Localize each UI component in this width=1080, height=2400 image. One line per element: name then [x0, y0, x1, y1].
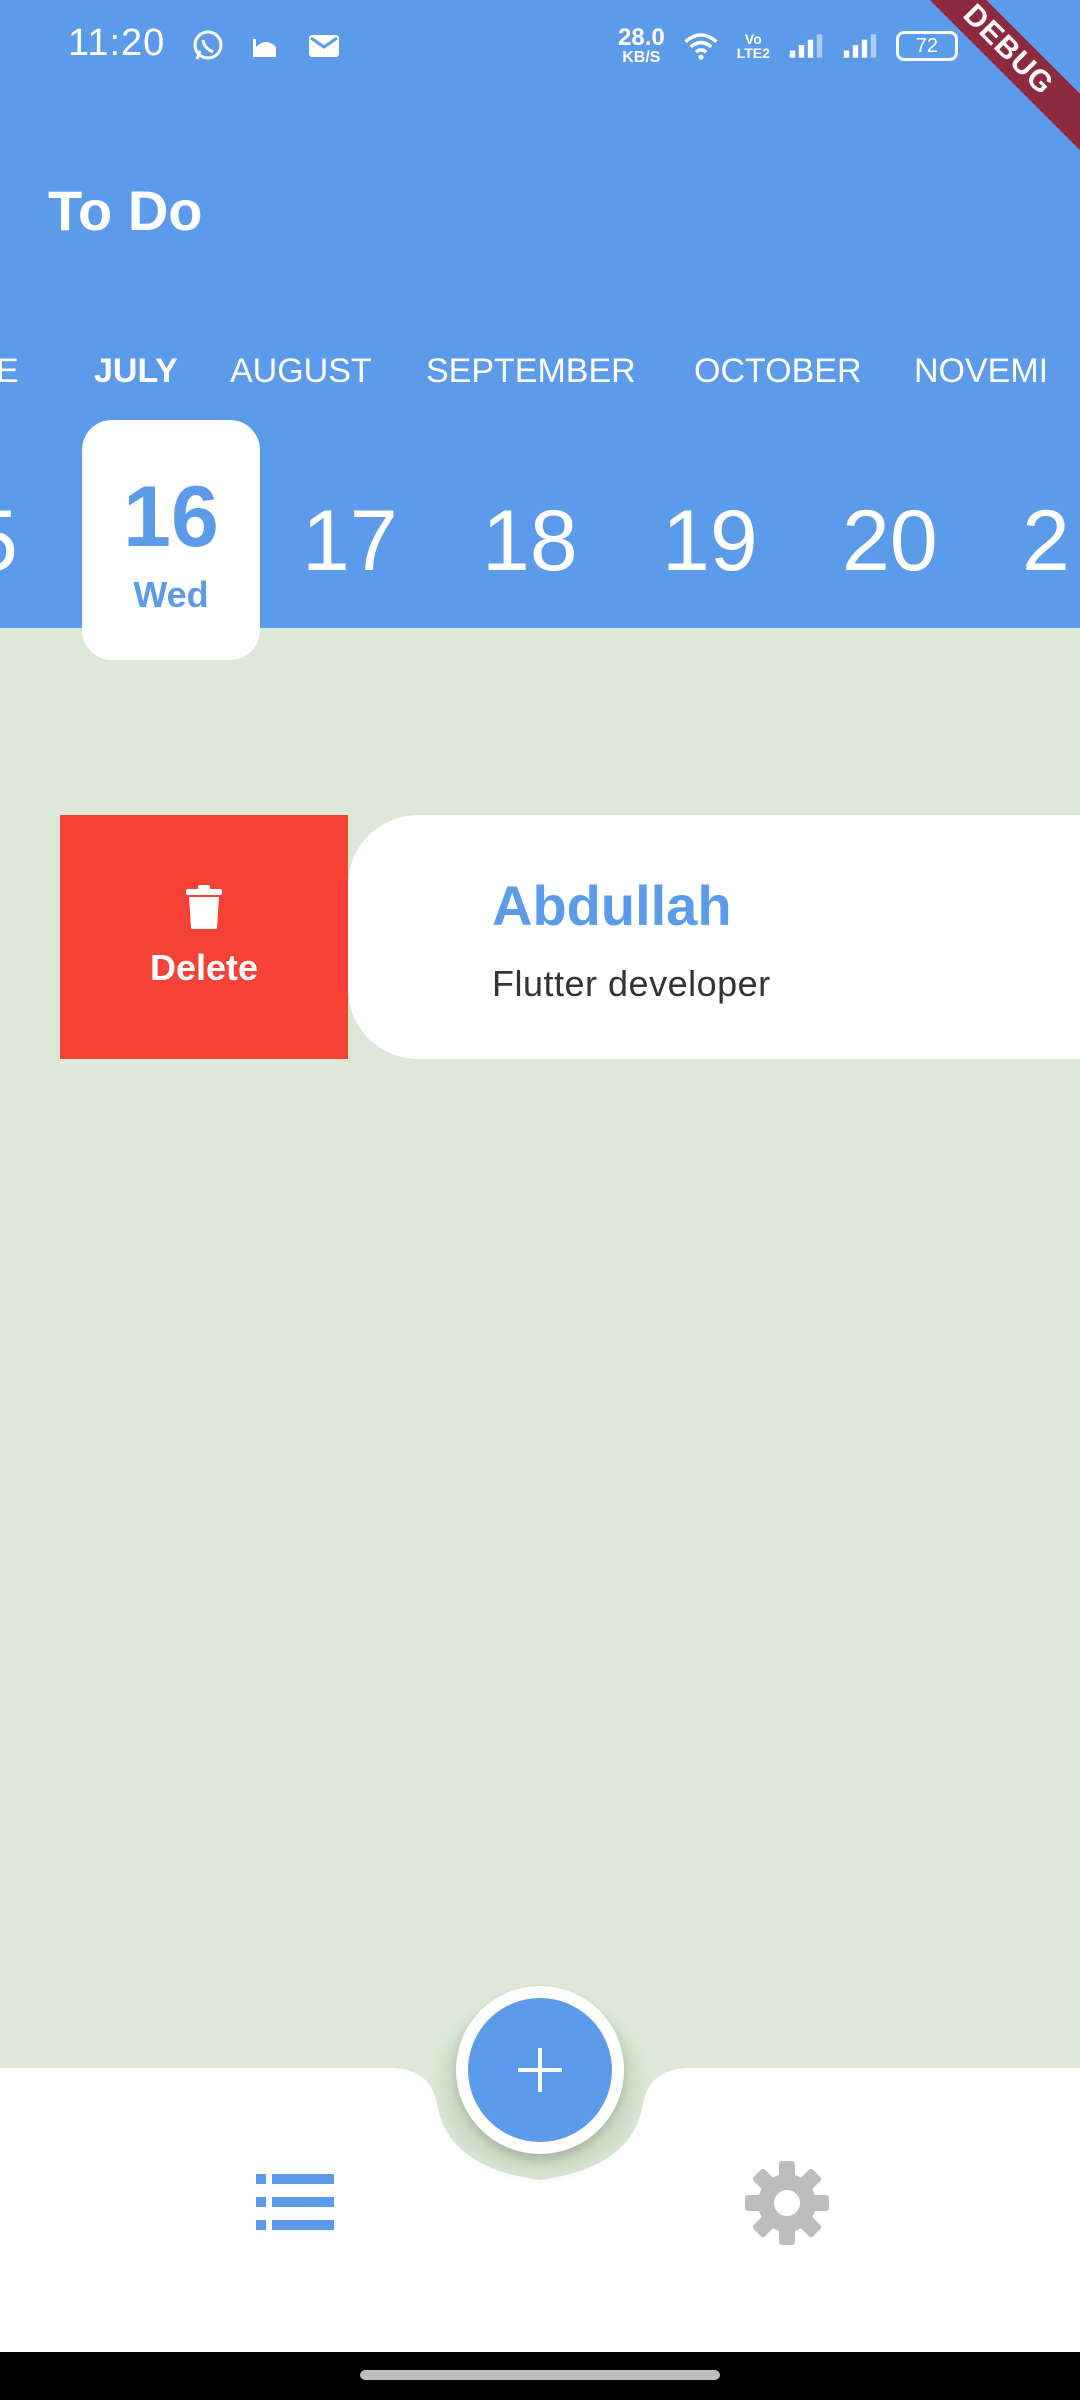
- mosque-icon: [248, 28, 284, 64]
- month-item[interactable]: NOVEMI: [914, 352, 1048, 391]
- month-item-selected[interactable]: JULY: [94, 352, 178, 391]
- whatsapp-icon: [190, 28, 226, 64]
- day-item[interactable]: 17: [302, 492, 398, 591]
- status-time: 11:20: [68, 22, 166, 64]
- wifi-icon: [683, 28, 719, 64]
- nav-tasks-button[interactable]: [256, 2172, 334, 2232]
- fab-inner: [468, 1998, 612, 2142]
- delete-label: Delete: [149, 947, 259, 988]
- battery-icon: 72: [895, 31, 958, 61]
- task-title: Abdullah: [492, 874, 732, 937]
- volte-indicator: Vo LTE2: [736, 31, 770, 61]
- status-right: 28.0 KB/S Vo LTE2 72: [618, 26, 958, 66]
- list-icon: [256, 2174, 334, 2230]
- home-gesture-bar[interactable]: [360, 2370, 720, 2380]
- task-description: Flutter developer: [492, 963, 771, 1004]
- day-item[interactable]: 19: [662, 492, 758, 591]
- month-selector[interactable]: E JULY AUGUST SEPTEMBER OCTOBER NOVEMI: [0, 352, 1080, 402]
- signal-icon: [788, 28, 824, 64]
- month-item[interactable]: OCTOBER: [694, 352, 862, 391]
- gear-icon: [745, 2161, 829, 2245]
- selected-day-number: 16: [123, 469, 219, 565]
- page-title: To Do: [48, 179, 203, 242]
- system-nav-bar: [0, 2352, 1080, 2400]
- trash-icon: [186, 885, 222, 929]
- task-card[interactable]: Abdullah Flutter developer: [348, 815, 1080, 1059]
- day-item[interactable]: 5: [0, 492, 18, 591]
- plus-icon: [518, 2048, 562, 2092]
- mail-icon: [306, 28, 342, 64]
- add-task-button[interactable]: [456, 1986, 624, 2154]
- status-bar: 11:20 28.0 KB/S Vo LTE2 72: [0, 0, 1080, 96]
- screen: 11:20 28.0 KB/S Vo LTE2 72 DEBUG To Do E…: [0, 0, 1080, 2400]
- day-selector[interactable]: 5 16 Wed 17 18 19 20 2: [0, 420, 1080, 660]
- day-item[interactable]: 18: [482, 492, 578, 591]
- month-item[interactable]: E: [0, 352, 19, 391]
- day-item[interactable]: 20: [842, 492, 938, 591]
- notification-icons: [190, 28, 342, 64]
- day-item-selected[interactable]: 16 Wed: [82, 420, 260, 660]
- month-item[interactable]: SEPTEMBER: [426, 352, 636, 391]
- delete-button[interactable]: Delete: [60, 815, 348, 1059]
- net-speed: 28.0 KB/S: [618, 24, 665, 66]
- selected-day-weekday: Wed: [133, 574, 209, 615]
- day-item[interactable]: 2: [1022, 492, 1070, 591]
- nav-settings-button[interactable]: [744, 2160, 830, 2246]
- month-item[interactable]: AUGUST: [230, 352, 372, 391]
- signal-icon: [842, 28, 878, 64]
